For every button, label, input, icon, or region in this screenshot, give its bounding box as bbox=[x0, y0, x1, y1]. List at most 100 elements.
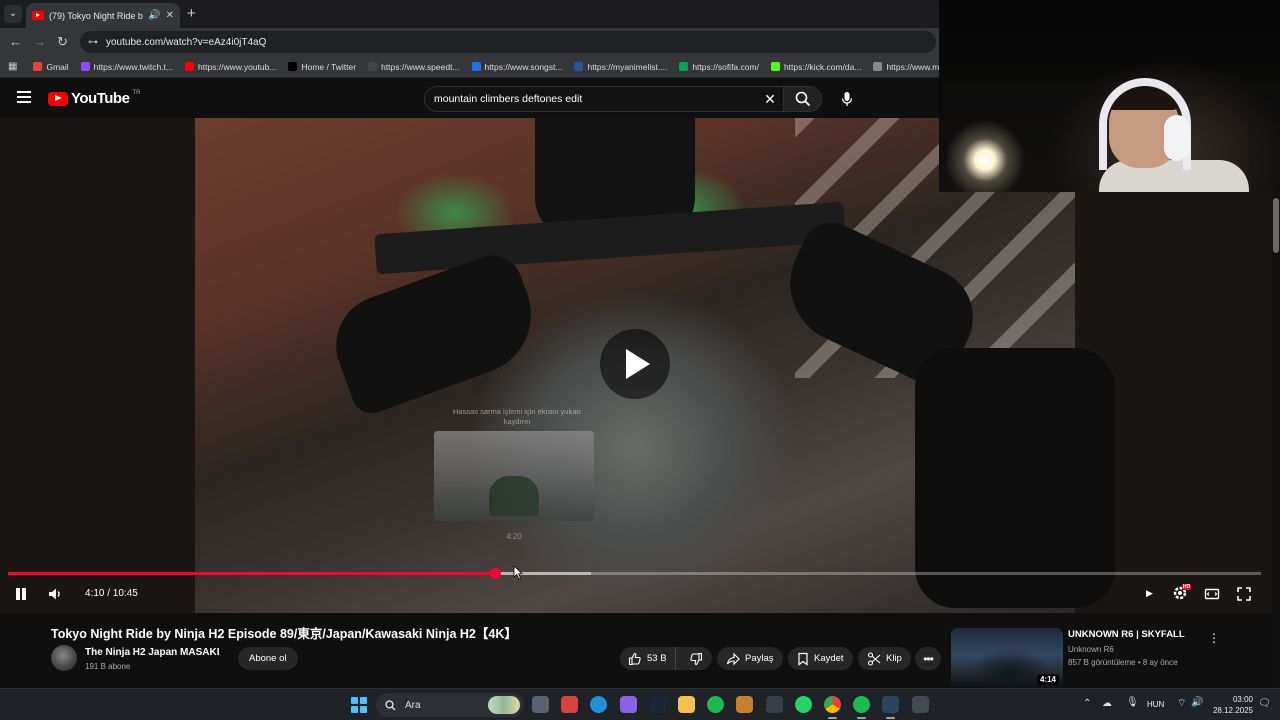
microphone-icon[interactable]: 🎙 bbox=[1126, 697, 1139, 708]
bookmark-label: https://www.twitch.t... bbox=[93, 61, 174, 72]
volume-icon bbox=[49, 588, 60, 600]
bookmark-label: https://kick.com/da... bbox=[783, 61, 862, 72]
bookmark-item[interactable]: Gmail bbox=[27, 62, 74, 72]
taskbar-app-copilot-icon[interactable] bbox=[619, 696, 637, 713]
pause-button[interactable] bbox=[14, 587, 28, 601]
bookmark-item[interactable]: https://www.twitch.t... bbox=[75, 62, 179, 72]
thumbs-up-icon bbox=[628, 652, 641, 665]
chevron-up-icon[interactable]: ⌃ bbox=[1083, 698, 1091, 709]
center-play-button[interactable] bbox=[600, 329, 670, 399]
video-player[interactable]: Hassas sarma işlemi için ekranı yukarı k… bbox=[0, 118, 1272, 613]
taskbar-app-chrome-icon[interactable] bbox=[824, 696, 841, 719]
taskbar-app-steam-icon[interactable] bbox=[648, 696, 666, 713]
clock-date[interactable]: 28.12.2025 bbox=[1209, 706, 1253, 715]
hamburger-menu-icon[interactable] bbox=[17, 91, 31, 103]
wifi-icon[interactable]: ⌔ bbox=[1177, 697, 1186, 710]
bookmark-item[interactable]: https://myanimelist.... bbox=[568, 62, 673, 72]
speaker-icon[interactable]: 🔊 bbox=[1191, 697, 1203, 708]
bookmark-favicon-icon bbox=[770, 62, 780, 71]
bookmark-item[interactable]: https://www.speedt... bbox=[362, 62, 465, 72]
theater-mode-button[interactable] bbox=[1204, 586, 1220, 602]
bookmark-favicon-icon bbox=[574, 62, 584, 71]
taskbar-app-system-tool-icon[interactable] bbox=[911, 696, 929, 713]
tab-active[interactable]: (79) Tokyo Night Ride by Ni 🔊 ✕ bbox=[26, 3, 180, 28]
bookmark-item[interactable]: https://kick.com/da... bbox=[765, 62, 867, 72]
youtube-play-logo-icon bbox=[48, 91, 68, 106]
taskbar-app-whatsapp-icon[interactable] bbox=[794, 696, 812, 713]
language-indicator[interactable]: HUN bbox=[1147, 700, 1164, 709]
bookmark-label: https://www.speedt... bbox=[381, 61, 460, 72]
speaker-icon[interactable]: 🔊 bbox=[148, 10, 160, 21]
save-label: Kaydet bbox=[814, 653, 844, 664]
forward-arrow-icon[interactable]: → bbox=[33, 34, 46, 49]
seek-hint-line2: kaydırın bbox=[503, 417, 531, 426]
like-button[interactable]: 53 B bbox=[620, 647, 676, 670]
like-dislike-group: 53 B bbox=[620, 647, 712, 670]
clip-button[interactable]: Klip bbox=[858, 647, 911, 670]
taskbar-app-spotify-2-icon[interactable] bbox=[853, 696, 871, 719]
taskbar-app-chrome-alt-icon[interactable] bbox=[561, 696, 579, 713]
taskbar-search-label: Ara bbox=[405, 699, 421, 711]
search-highlight-image bbox=[488, 696, 520, 714]
progress-bar[interactable] bbox=[8, 568, 1261, 579]
video-right-arm bbox=[915, 348, 1115, 608]
bookmark-item[interactable]: https://www.songst... bbox=[466, 62, 569, 72]
page-scrollbar-thumb[interactable] bbox=[1273, 198, 1279, 253]
apps-grid-icon[interactable]: ▦ bbox=[0, 61, 27, 72]
clock-time[interactable]: 03:00 bbox=[1213, 695, 1253, 704]
bookmark-label: https://www.songst... bbox=[484, 61, 563, 72]
share-label: Paylaş bbox=[745, 653, 774, 664]
taskbar-search[interactable]: Ara bbox=[376, 693, 524, 717]
bookmark-item[interactable]: https://www.ma bbox=[867, 62, 940, 72]
taskbar-app-folder-icon[interactable] bbox=[678, 696, 695, 713]
cloud-icon[interactable]: ☁ bbox=[1102, 698, 1112, 709]
taskbar-app-editor-icon[interactable] bbox=[736, 696, 754, 713]
save-button[interactable]: Kaydet bbox=[788, 647, 853, 670]
channel-avatar[interactable] bbox=[51, 645, 77, 671]
close-tab-icon[interactable]: ✕ bbox=[166, 10, 174, 21]
video-title: Tokyo Night Ride by Ninja H2 Episode 89/… bbox=[51, 627, 517, 641]
taskbar-app-spotify-icon[interactable] bbox=[707, 696, 725, 713]
volume-button[interactable] bbox=[47, 586, 63, 602]
more-vertical-icon[interactable]: ⋮ bbox=[1208, 631, 1220, 645]
recommended-video-title[interactable]: UNKNOWN R6 | SKYFALL bbox=[1068, 629, 1185, 640]
new-tab-button[interactable]: + bbox=[187, 5, 196, 22]
like-count: 53 B bbox=[647, 653, 667, 664]
taskbar-app-file-explorer-icon[interactable] bbox=[532, 696, 549, 713]
url-input[interactable]: ⊶ youtube.com/watch?v=eAz4i0jT4aQ bbox=[80, 31, 936, 53]
bookmark-label: https://myanimelist.... bbox=[587, 61, 668, 72]
windows-logo-tile bbox=[359, 705, 367, 713]
back-arrow-icon[interactable]: ← bbox=[9, 34, 22, 49]
dislike-button[interactable] bbox=[681, 647, 711, 670]
bookmark-item[interactable]: https://www.youtub... bbox=[179, 62, 282, 72]
reload-icon[interactable]: ↻ bbox=[57, 34, 68, 50]
subscribe-button[interactable]: Abone ol bbox=[238, 647, 298, 670]
youtube-logo[interactable]: YouTube TR bbox=[48, 90, 140, 107]
taskbar-app-steam-2-icon[interactable] bbox=[882, 696, 900, 719]
start-button[interactable] bbox=[351, 697, 367, 713]
channel-name[interactable]: The Ninja H2 Japan MASAKI bbox=[85, 647, 219, 658]
clear-search-icon[interactable]: ✕ bbox=[757, 91, 783, 108]
bookmarks-bar: ▦ Gmail https://www.twitch.t... https://ww… bbox=[0, 56, 940, 78]
bookmark-item[interactable]: https://sofifa.com/ bbox=[673, 62, 765, 72]
bookmark-item[interactable]: Home / Twitter bbox=[282, 62, 362, 72]
clip-label: Klip bbox=[886, 653, 902, 664]
site-info-icon[interactable]: ⊶ bbox=[88, 37, 98, 48]
share-button[interactable]: Paylaş bbox=[717, 647, 783, 670]
bookmark-label: https://www.youtub... bbox=[198, 61, 277, 72]
search-button[interactable] bbox=[784, 86, 822, 112]
tab-search-dropdown[interactable]: ⌄ bbox=[4, 5, 22, 23]
recommended-video-channel[interactable]: Unknown R6 bbox=[1068, 645, 1114, 654]
fullscreen-button[interactable] bbox=[1236, 586, 1252, 602]
voice-search-button[interactable] bbox=[834, 86, 860, 112]
recommended-video-thumbnail[interactable]: 4:14 bbox=[951, 628, 1063, 688]
thumbs-down-icon bbox=[689, 652, 702, 665]
bookmark-label: https://sofifa.com/ bbox=[692, 61, 759, 72]
taskbar-app-edge-icon[interactable] bbox=[590, 696, 608, 713]
page-scrollbar[interactable] bbox=[1272, 192, 1280, 688]
taskbar-app-store-icon[interactable] bbox=[765, 696, 783, 713]
autoplay-toggle[interactable]: ▶ bbox=[1146, 588, 1153, 599]
search-input[interactable]: mountain climbers deftones edit ✕ bbox=[424, 86, 784, 112]
notifications-icon[interactable]: 🗨 bbox=[1258, 698, 1271, 709]
more-actions-button[interactable]: ••• bbox=[915, 647, 941, 670]
